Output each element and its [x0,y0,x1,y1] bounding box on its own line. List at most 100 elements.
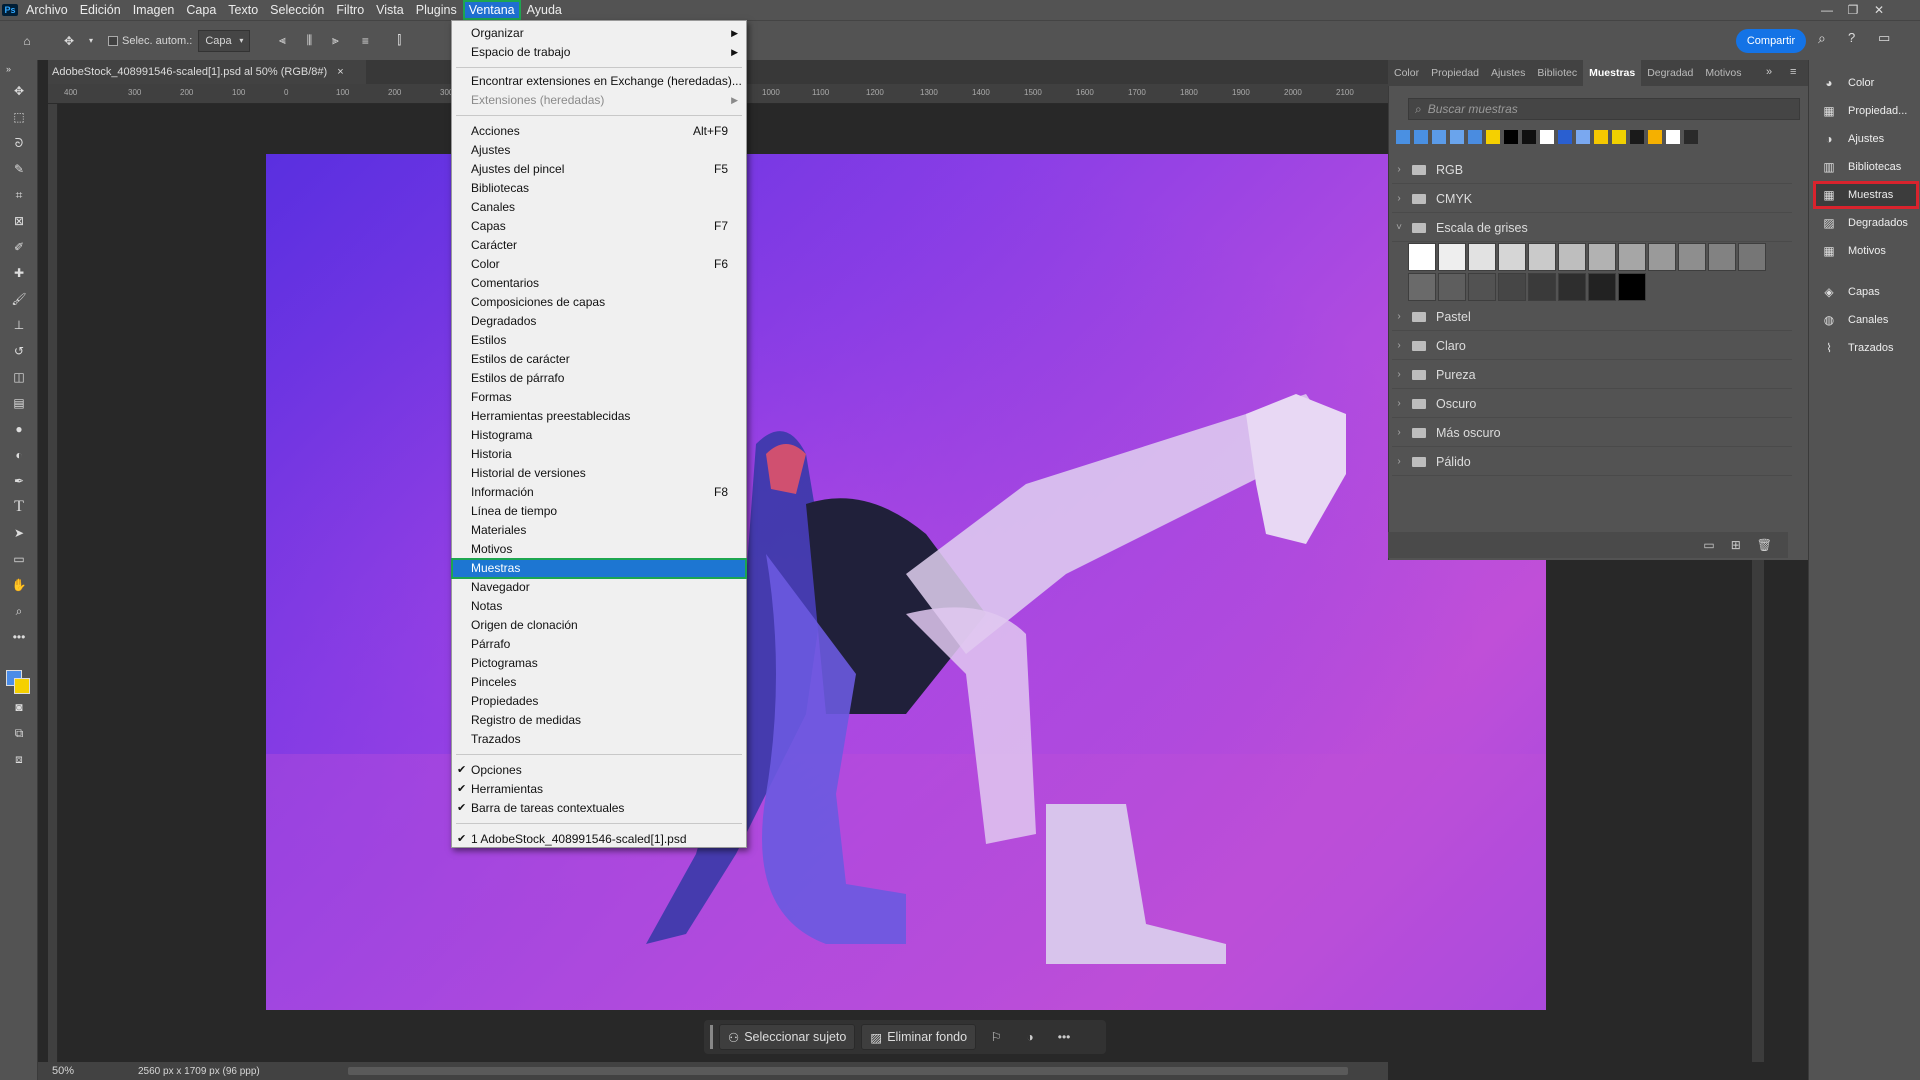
swatch-group-pálido[interactable]: › Pálido [1392,448,1792,476]
menu-item-historial-de-versiones[interactable]: Historial de versiones [452,464,746,483]
vertical-scrollbar[interactable] [1752,560,1764,1062]
background-color-swatch[interactable] [14,678,30,694]
menu-item-acciones[interactable]: Acciones Alt+F9 [452,122,746,141]
menu-item-ajustes-del-pincel[interactable]: Ajustes del pincel F5 [452,160,746,179]
healing-tool-icon[interactable]: ✚ [0,260,38,286]
close-icon[interactable]: ✕ [1866,0,1892,20]
grayscale-swatch[interactable] [1408,243,1436,271]
dodge-tool-icon[interactable]: ◐ [0,442,38,468]
more-options-icon[interactable]: ••• [1050,1030,1078,1044]
frame-tool-icon[interactable]: ⊠ [0,208,38,234]
brush-tool-icon[interactable]: 🖌 [0,286,38,312]
dock-bibliotecas[interactable]: ▥ Bibliotecas [1814,154,1918,180]
menu-item-información[interactable]: Información F8 [452,483,746,502]
more-tools-icon[interactable]: ••• [0,624,38,650]
screen-mode-icon[interactable]: ⧉ [0,720,38,746]
grayscale-swatch[interactable] [1438,273,1466,301]
restore-icon[interactable]: ❐ [1840,0,1866,20]
menu-item-estilos-de-carácter[interactable]: Estilos de carácter [452,350,746,369]
grayscale-swatch[interactable] [1498,273,1526,301]
drag-handle[interactable] [710,1025,713,1049]
move-tool-icon[interactable]: ✥ [0,78,38,104]
recent-color-swatch[interactable] [1414,130,1428,144]
grayscale-swatch[interactable] [1408,273,1436,301]
search-swatches-input[interactable]: ⌕ Buscar muestras [1408,98,1800,120]
grayscale-swatch[interactable] [1528,243,1556,271]
menu-item-navegador[interactable]: Navegador [452,578,746,597]
minimize-icon[interactable]: — [1814,0,1840,20]
recent-color-swatch[interactable] [1630,130,1644,144]
menu-item-formas[interactable]: Formas [452,388,746,407]
share-button[interactable]: Compartir [1736,29,1806,53]
grayscale-swatch[interactable] [1498,243,1526,271]
tab-ajustes[interactable]: Ajustes [1485,60,1531,86]
menu-item-color[interactable]: Color F6 [452,255,746,274]
menu-item-motivos[interactable]: Motivos [452,540,746,559]
recent-color-swatch[interactable] [1468,130,1482,144]
recent-color-swatch[interactable] [1666,130,1680,144]
grayscale-swatch[interactable] [1618,243,1646,271]
menu-item-trazados[interactable]: Trazados [452,730,746,749]
swatch-group-rgb[interactable]: › RGB [1392,156,1792,184]
menu-item-línea-de-tiempo[interactable]: Línea de tiempo [452,502,746,521]
swatch-group-pastel[interactable]: › Pastel [1392,303,1792,331]
grayscale-swatch[interactable] [1648,243,1676,271]
share-document-icon[interactable]: ⧈ [0,746,38,772]
menu-item-histograma[interactable]: Histograma [452,426,746,445]
menu-item-comentarios[interactable]: Comentarios [452,274,746,293]
dock-muestras[interactable]: ▦ Muestras [1813,181,1919,209]
menu-item-estilos[interactable]: Estilos [452,331,746,350]
panel-menu-icon[interactable]: ≡ [1790,66,1796,78]
menu-ayuda[interactable]: Ayuda [521,0,568,20]
menu-item-herramientas-preestablecidas[interactable]: Herramientas preestablecidas [452,407,746,426]
home-icon[interactable]: ⌂ [0,21,54,61]
align-left-icon[interactable]: ⫷ [268,21,296,61]
workspace-icon[interactable]: ▭ [1878,30,1890,46]
menu-item-origen-de-clonación[interactable]: Origen de clonación [452,616,746,635]
menu-item-organizar[interactable]: Organizar ▶ [452,24,746,43]
menu-edición[interactable]: Edición [74,0,127,20]
dock-ajustes[interactable]: ◑ Ajustes [1814,126,1918,152]
menu-selección[interactable]: Selección [264,0,330,20]
help-icon[interactable]: ? [1848,30,1855,45]
stamp-tool-icon[interactable]: ⊥ [0,312,38,338]
zoom-level[interactable]: 50% [38,1065,98,1077]
close-tab-icon[interactable]: × [337,66,343,78]
grayscale-swatch[interactable] [1558,273,1586,301]
menu-item-propiedades[interactable]: Propiedades [452,692,746,711]
recent-color-swatch[interactable] [1450,130,1464,144]
move-tool-icon[interactable]: ✥ [54,21,84,61]
tab-degradad[interactable]: Degradad [1641,60,1699,86]
align-right-icon[interactable]: ⫸ [322,21,348,61]
menu-item-carácter[interactable]: Carácter [452,236,746,255]
recent-color-swatch[interactable] [1432,130,1446,144]
dock-color[interactable]: ◕ Color [1814,70,1918,96]
menu-plugins[interactable]: Plugins [410,0,463,20]
settings-icon[interactable]: ◑ [1016,1030,1044,1044]
menu-vista[interactable]: Vista [370,0,410,20]
menu-item-ajustes[interactable]: Ajustes [452,141,746,160]
recent-color-swatch[interactable] [1612,130,1626,144]
menu-item-opciones[interactable]: ✔ Opciones [452,761,746,780]
menu-capa[interactable]: Capa [180,0,222,20]
horizontal-scrollbar[interactable] [348,1067,1348,1075]
chevron-down-icon[interactable]: ▾ [84,21,98,61]
menu-item-composiciones-de-capas[interactable]: Composiciones de capas [452,293,746,312]
type-tool-icon[interactable]: T [0,494,38,520]
pen-tool-icon[interactable]: ✒ [0,468,38,494]
menu-item-pictogramas[interactable]: Pictogramas [452,654,746,673]
menu-item-materiales[interactable]: Materiales [452,521,746,540]
menu-item-capas[interactable]: Capas F7 [452,217,746,236]
history-brush-icon[interactable]: ↺ [0,338,38,364]
swatch-group-oscuro[interactable]: › Oscuro [1392,390,1792,418]
menu-item-bibliotecas[interactable]: Bibliotecas [452,179,746,198]
grayscale-swatch[interactable] [1468,243,1496,271]
recent-color-swatch[interactable] [1576,130,1590,144]
menu-archivo[interactable]: Archivo [20,0,74,20]
swatch-group-pureza[interactable]: › Pureza [1392,361,1792,389]
path-select-tool-icon[interactable]: ➤ [0,520,38,546]
menu-filtro[interactable]: Filtro [330,0,370,20]
lasso-tool-icon[interactable]: ᘐ [0,130,38,156]
trash-icon[interactable]: 🗑 [1757,538,1772,552]
gradient-tool-icon[interactable]: ▤ [0,390,38,416]
